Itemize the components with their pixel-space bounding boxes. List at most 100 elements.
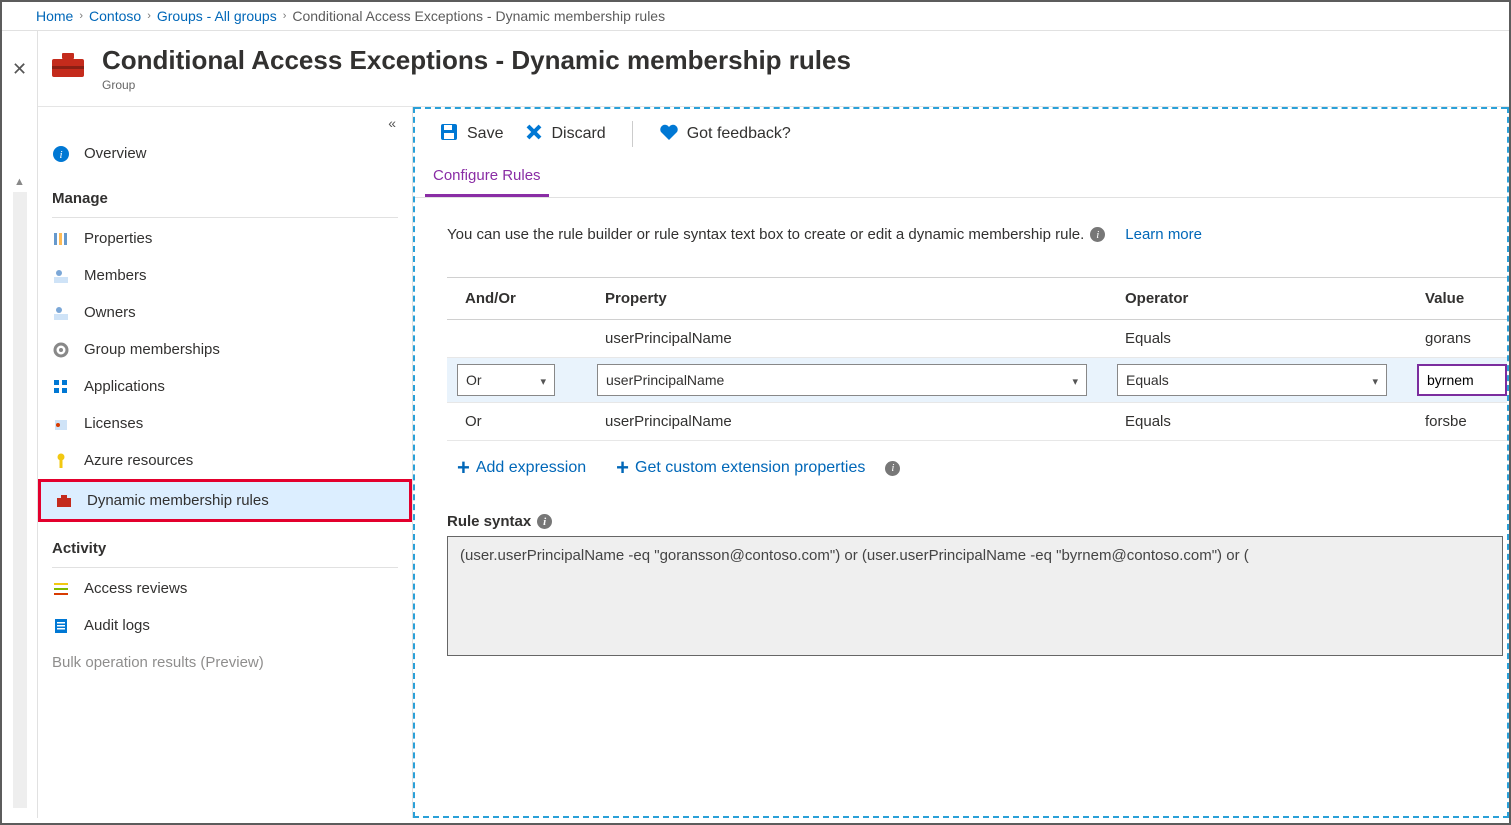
col-property: Property: [605, 290, 1125, 307]
divider: [52, 217, 398, 218]
chevron-down-icon: [540, 372, 546, 388]
sidebar-item-access-reviews[interactable]: Access reviews: [38, 570, 412, 607]
andor-select[interactable]: Or: [457, 364, 555, 396]
sidebar-item-label: Owners: [84, 304, 136, 321]
apps-icon: [52, 379, 70, 395]
sidebar-item-members[interactable]: Members: [38, 257, 412, 294]
cell-property: userPrincipalName: [605, 330, 1125, 347]
col-value: Value: [1425, 290, 1507, 307]
value-input[interactable]: [1417, 364, 1507, 396]
key-icon: [52, 453, 70, 469]
chevron-down-icon: [1072, 372, 1078, 388]
heart-icon: [659, 123, 679, 146]
sidebar-item-label: Group memberships: [84, 341, 220, 358]
info-icon: i: [52, 146, 70, 162]
sidebar-item-owners[interactable]: Owners: [38, 294, 412, 331]
breadcrumb-current: Conditional Access Exceptions - Dynamic …: [292, 8, 665, 24]
divider: [52, 567, 398, 568]
sidebar-item-azure-resources[interactable]: Azure resources: [38, 442, 412, 479]
cell-value: forsbe: [1425, 413, 1507, 430]
add-expression-button[interactable]: + Add expression: [447, 451, 596, 485]
close-icon: [525, 123, 543, 146]
sidebar-item-label: Applications: [84, 378, 165, 395]
operator-select[interactable]: Equals: [1117, 364, 1387, 396]
divider: [632, 121, 633, 147]
info-icon[interactable]: i: [1090, 227, 1105, 242]
close-icon[interactable]: ✕: [12, 59, 27, 80]
col-andor: And/Or: [465, 290, 605, 307]
tab-configure-rules[interactable]: Configure Rules: [425, 159, 549, 197]
license-icon: [52, 416, 70, 432]
sidebar-section-manage: Manage: [38, 172, 412, 213]
cell-operator: Equals: [1125, 413, 1425, 430]
col-operator: Operator: [1125, 290, 1425, 307]
chevron-down-icon: [1372, 372, 1378, 388]
plus-icon: +: [457, 461, 470, 475]
sidebar-item-label: Audit logs: [84, 617, 150, 634]
breadcrumb-groups[interactable]: Groups - All groups: [157, 8, 277, 24]
gear-icon: [52, 342, 70, 358]
checklist-icon: [52, 581, 70, 597]
learn-more-link[interactable]: Learn more: [1125, 226, 1202, 243]
sidebar-item-applications[interactable]: Applications: [38, 368, 412, 405]
property-select[interactable]: userPrincipalName: [597, 364, 1087, 396]
page-subtitle: Group: [102, 78, 851, 92]
cell-value: gorans: [1425, 330, 1507, 347]
table-row: Or userPrincipalName Equals forsbe: [447, 403, 1507, 441]
chevron-right-icon: ›: [283, 10, 287, 22]
discard-button[interactable]: Discard: [525, 123, 605, 146]
sidebar-item-dynamic-rules[interactable]: Dynamic membership rules: [38, 479, 412, 522]
content-pane: Save Discard Got feedback?: [413, 107, 1509, 818]
add-expression-label: Add expression: [476, 459, 586, 477]
sidebar-item-group-memberships[interactable]: Group memberships: [38, 331, 412, 368]
tab-bar: Configure Rules: [415, 159, 1507, 198]
rule-builder-table: And/Or Property Operator Value userPrinc…: [447, 277, 1507, 441]
feedback-button[interactable]: Got feedback?: [659, 123, 791, 146]
get-custom-props-label: Get custom extension properties: [635, 459, 865, 477]
sliders-icon: [52, 231, 70, 247]
sidebar-item-label: Licenses: [84, 415, 143, 432]
save-icon: [439, 122, 459, 147]
get-custom-props-button[interactable]: + Get custom extension properties: [606, 451, 875, 485]
sidebar-item-properties[interactable]: Properties: [38, 220, 412, 257]
rule-syntax-label: Rule syntax i: [447, 513, 1507, 530]
chevron-right-icon: ›: [79, 10, 83, 22]
sidebar-item-audit-logs[interactable]: Audit logs: [38, 607, 412, 644]
sidebar-section-activity: Activity: [38, 522, 412, 563]
page-header: Conditional Access Exceptions - Dynamic …: [38, 31, 1509, 107]
left-gutter: ✕ ▲: [2, 31, 38, 818]
info-icon[interactable]: i: [885, 461, 900, 476]
cell-property: userPrincipalName: [605, 413, 1125, 430]
table-header-row: And/Or Property Operator Value: [447, 278, 1507, 320]
sidebar-item-label: Access reviews: [84, 580, 187, 597]
sidebar-item-label: Properties: [84, 230, 152, 247]
briefcase-icon: [55, 494, 73, 508]
scrollbar-track[interactable]: [13, 192, 27, 808]
sidebar-item-bulk-results[interactable]: Bulk operation results (Preview): [38, 644, 412, 681]
breadcrumb: Home › Contoso › Groups - All groups › C…: [2, 2, 1509, 31]
operator-value: Equals: [1126, 372, 1169, 388]
toolbar: Save Discard Got feedback?: [415, 107, 1507, 159]
owners-icon: [52, 305, 70, 321]
sidebar-item-licenses[interactable]: Licenses: [38, 405, 412, 442]
plus-icon: +: [616, 461, 629, 475]
sidebar-item-overview[interactable]: i Overview: [38, 135, 412, 172]
svg-text:i: i: [59, 149, 62, 161]
breadcrumb-tenant[interactable]: Contoso: [89, 8, 141, 24]
sidebar-item-label: Members: [84, 267, 147, 284]
logs-icon: [52, 618, 70, 634]
sidebar-item-label: Dynamic membership rules: [87, 492, 269, 509]
page-title: Conditional Access Exceptions - Dynamic …: [102, 45, 851, 76]
sidebar-item-label: Overview: [84, 145, 147, 162]
collapse-sidebar-button[interactable]: «: [38, 111, 412, 135]
info-icon[interactable]: i: [537, 514, 552, 529]
help-text-row: You can use the rule builder or rule syn…: [447, 226, 1507, 243]
save-button[interactable]: Save: [439, 122, 503, 147]
rule-syntax-textbox[interactable]: (user.userPrincipalName -eq "goransson@c…: [447, 536, 1503, 656]
cell-andor: Or: [465, 413, 605, 430]
scroll-up-icon[interactable]: ▲: [14, 176, 25, 188]
breadcrumb-home[interactable]: Home: [36, 8, 73, 24]
chevron-right-icon: ›: [147, 10, 151, 22]
table-row: userPrincipalName Equals gorans: [447, 320, 1507, 358]
save-label: Save: [467, 125, 503, 143]
